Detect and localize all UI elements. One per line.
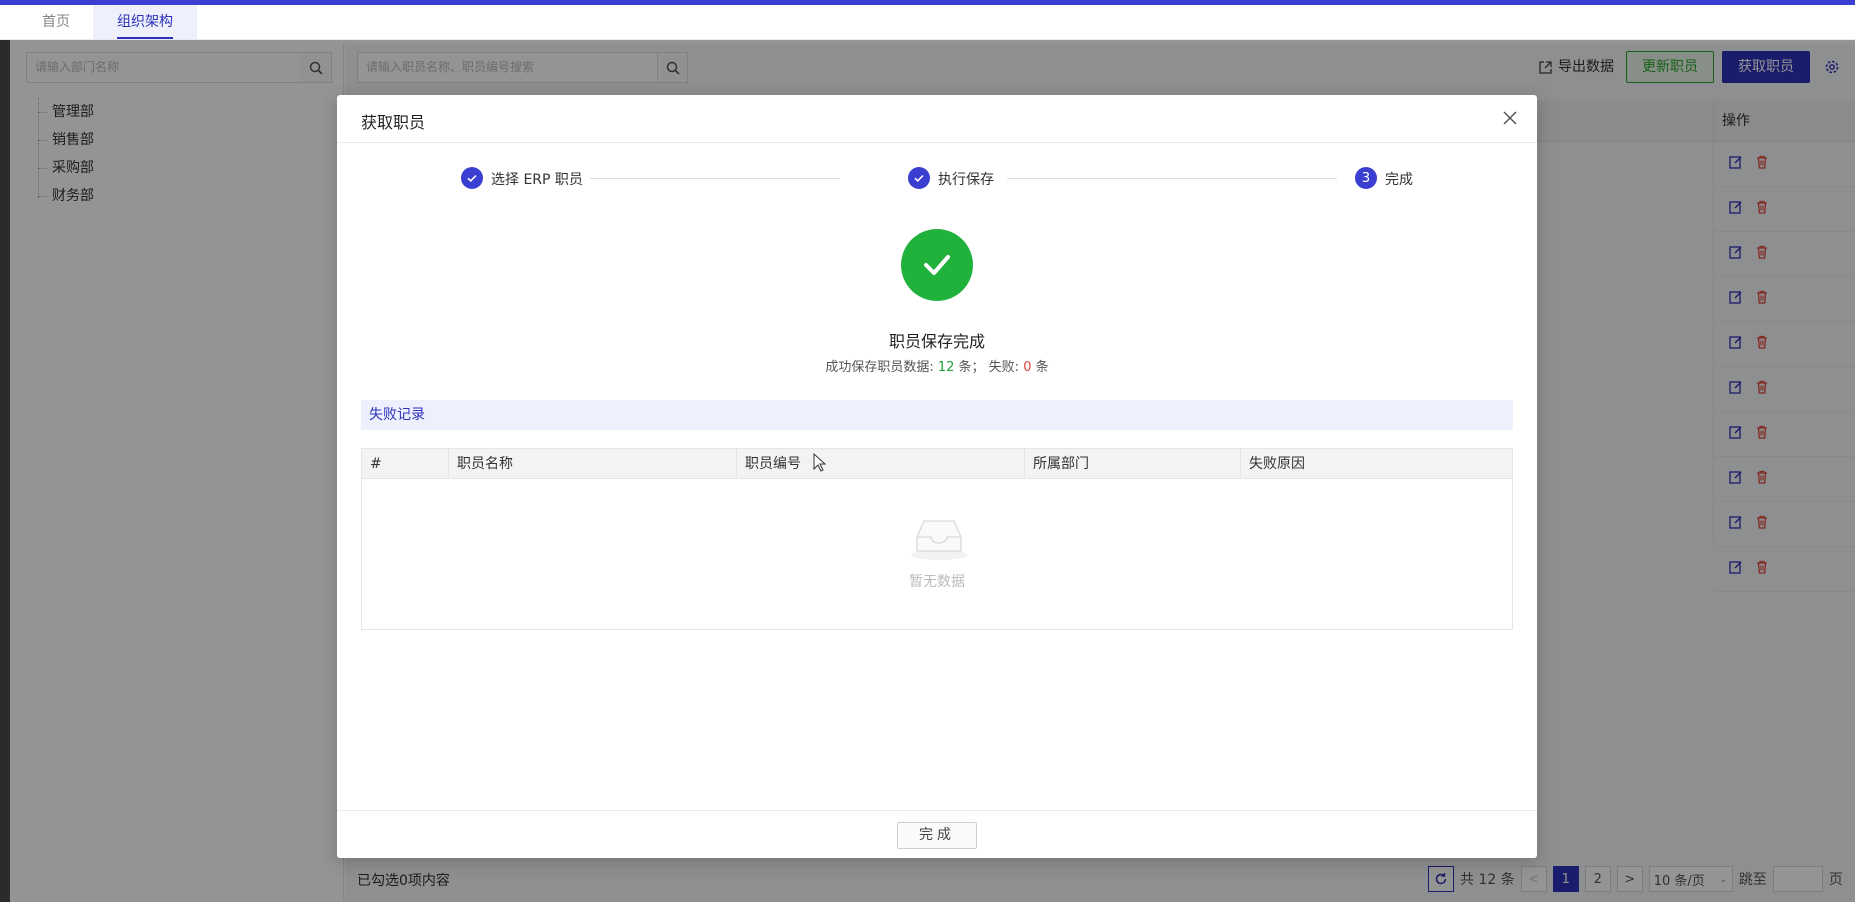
column-header-employee-name: 职员名称 (449, 449, 737, 479)
tab-label: 首页 (42, 14, 70, 30)
tab-active-underline (117, 37, 173, 39)
close-button[interactable] (1499, 107, 1521, 129)
tab-label: 组织架构 (117, 14, 173, 30)
result-prefix: 成功保存职员数据: (825, 360, 938, 375)
step-2-label: 执行保存 (938, 172, 994, 188)
result-title: 职员保存完成 (888, 332, 985, 351)
done-button[interactable]: 完成 (897, 822, 977, 849)
step-1-check-icon (461, 167, 483, 189)
close-icon (1503, 111, 1517, 125)
step-2-check-icon (908, 167, 930, 189)
success-count: 12 (937, 360, 955, 375)
fail-table-header: # 职员名称 职员编号 所属部门 失败原因 (362, 449, 1512, 479)
result-mid: 条； 失败: (954, 360, 1024, 375)
column-header-index: # (362, 449, 449, 479)
success-check-icon (901, 229, 973, 301)
dialog-header: 获取职员 (337, 95, 1537, 143)
fail-records-section-title: 失败记录 (361, 400, 1513, 430)
dialog-footer: 完成 (337, 810, 1537, 858)
step-3-number: 3 (1355, 167, 1377, 189)
tab-org-structure[interactable]: 组织架构 (93, 5, 197, 39)
result-summary: 成功保存职员数据: 12 条； 失败: 0 条 (337, 356, 1537, 375)
step-1-label: 选择 ERP 职员 (491, 172, 583, 188)
column-header-employee-number: 职员编号 (737, 449, 1025, 479)
fail-records-table: # 职员名称 职员编号 所属部门 失败原因 暂无数据 (361, 448, 1513, 630)
empty-state-text: 暂无数据 (909, 574, 965, 590)
empty-inbox-icon (909, 517, 969, 565)
step-connector (590, 178, 840, 179)
result-suffix: 条 (1031, 360, 1049, 375)
step-connector (1007, 178, 1337, 179)
mouse-cursor-icon (813, 452, 827, 477)
fetch-employee-dialog: 获取职员 选择 ERP 职员 执行保存 3 完成 职员保存完成 成功保存职员数据… (337, 95, 1537, 858)
step-3-label: 完成 (1385, 172, 1413, 188)
column-header-department: 所属部门 (1025, 449, 1241, 479)
dialog-title: 获取职员 (361, 113, 426, 132)
column-header-fail-reason: 失败原因 (1249, 456, 1305, 472)
tab-bar: 首页 组织架构 (0, 5, 1855, 40)
tab-home[interactable]: 首页 (18, 5, 94, 39)
